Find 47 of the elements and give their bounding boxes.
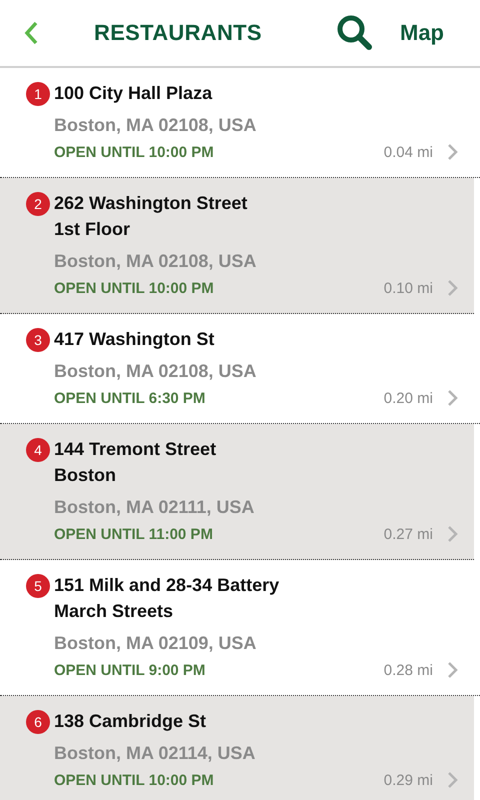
chevron-icon <box>447 525 458 543</box>
city-address: Boston, MA 02111, USA <box>54 496 256 519</box>
street-address: 151 Milk and 28-34 Battery <box>54 574 280 597</box>
street-address: 262 Washington Street <box>54 192 248 215</box>
city-address: Boston, MA 02108, USA <box>54 114 258 137</box>
location-row[interactable]: 6 138 Cambridge St Boston, MA 02114, USA OPEN UNTIL 10:00 PM 0.29 mi <box>0 696 474 800</box>
number-badge: 2 <box>26 192 50 216</box>
location-row[interactable]: 4 144 Tremont Street Boston Boston, MA 02111, USA OPEN UNTIL 11:00 PM 0.27 mi <box>0 424 474 560</box>
opening-hours: OPEN UNTIL 11:00 PM <box>54 526 213 542</box>
number-badge: 5 <box>26 574 50 598</box>
chevron-icon <box>447 143 458 161</box>
distance: 0.29 mi <box>384 772 433 788</box>
street-address: 1st Floor <box>54 218 132 241</box>
opening-hours: OPEN UNTIL 6:30 PM <box>54 390 206 406</box>
city-address: Boston, MA 02109, USA <box>54 632 258 655</box>
page-title: RESTAURANTS <box>94 20 262 46</box>
opening-hours: OPEN UNTIL 10:00 PM <box>54 280 214 296</box>
opening-hours: OPEN UNTIL 10:00 PM <box>54 144 214 160</box>
chevron-icon <box>447 389 458 407</box>
search-button[interactable] <box>336 14 374 52</box>
street-address: 100 City Hall Plaza <box>54 82 214 105</box>
map-button[interactable]: Map <box>400 20 444 46</box>
opening-hours: OPEN UNTIL 9:00 PM <box>54 662 206 678</box>
back-icon <box>24 21 38 45</box>
distance: 0.20 mi <box>384 390 433 406</box>
chevron-icon <box>447 279 458 297</box>
city-address: Boston, MA 02108, USA <box>54 250 258 273</box>
number-badge: 6 <box>26 710 50 734</box>
street-address: 417 Washington St <box>54 328 216 351</box>
street-address: March Streets <box>54 600 174 623</box>
number-badge: 4 <box>26 438 50 462</box>
city-address: Boston, MA 02108, USA <box>54 360 258 383</box>
number-badge: 1 <box>26 82 50 106</box>
city-address: Boston, MA 02114, USA <box>54 742 256 765</box>
search-icon <box>336 14 374 52</box>
location-row[interactable]: 2 262 Washington Street 1st Floor Boston, MA 02108, USA OPEN UNTIL 10:00 PM 0.10 mi <box>0 178 474 314</box>
opening-hours: OPEN UNTIL 10:00 PM <box>54 772 214 788</box>
distance: 0.10 mi <box>384 280 433 296</box>
street-address: Boston <box>54 464 117 487</box>
chevron-icon <box>447 771 458 789</box>
number-badge: 3 <box>26 328 50 352</box>
distance: 0.27 mi <box>384 526 433 542</box>
street-address: 138 Cambridge St <box>54 710 208 733</box>
chevron-icon <box>447 661 458 679</box>
distance: 0.28 mi <box>384 662 433 678</box>
street-address: 144 Tremont Street <box>54 438 218 461</box>
distance: 0.04 mi <box>384 144 433 160</box>
